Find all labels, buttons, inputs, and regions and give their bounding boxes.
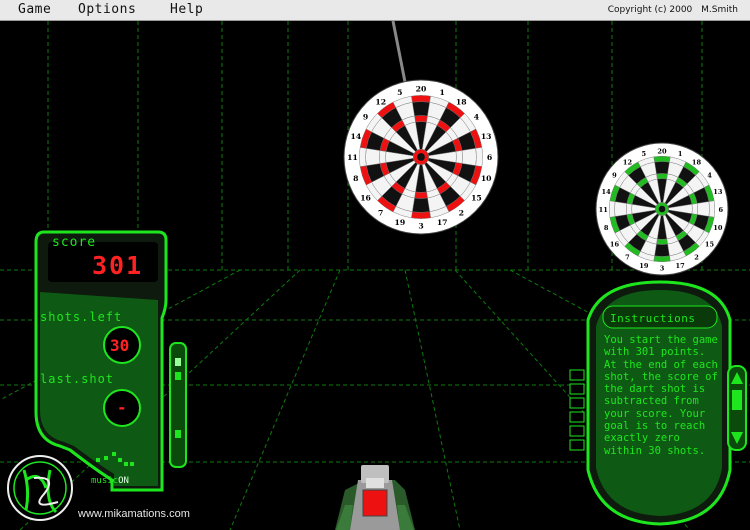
dartboard-green[interactable]: 20 1 18 4 13 6 10 15 2 17 3 19 7 16 8 11 14 9 12 5: [595, 142, 729, 276]
board-number: 8: [604, 224, 609, 232]
board-number: 18: [692, 158, 702, 166]
instructions-title: Instructions: [610, 312, 696, 325]
board-number: 13: [713, 188, 723, 196]
board-number: 9: [363, 113, 368, 122]
board-number: 9: [612, 171, 617, 179]
board-number: 12: [623, 158, 632, 166]
board-number: 19: [394, 218, 405, 227]
last-shot-value: -: [117, 398, 127, 417]
board-number: 4: [707, 171, 712, 179]
board-number: 6: [487, 153, 492, 162]
board-number: 8: [353, 174, 358, 183]
board-number: 20: [657, 147, 667, 155]
instructions-text: You start the game with 301 points. At t…: [604, 334, 718, 457]
copyright-label: Copyright (c) 2000: [607, 5, 693, 15]
board-number: 7: [625, 254, 630, 262]
board-number: 17: [437, 218, 448, 227]
board-number: 12: [375, 98, 386, 107]
board-number: 3: [418, 222, 423, 231]
menu-options[interactable]: Options: [78, 2, 136, 17]
board-number: 16: [610, 241, 620, 249]
board-number: 15: [705, 241, 715, 249]
board-number: 14: [350, 132, 361, 141]
board-number: 1: [678, 150, 683, 158]
board-number: 10: [481, 174, 492, 183]
copyright-text: Copyright (c) 2000 M.Smith: [602, 5, 738, 15]
music-toggle[interactable]: musicON: [91, 476, 129, 486]
menu-help[interactable]: Help: [170, 2, 203, 17]
board-number: 5: [397, 88, 402, 97]
board-number: 2: [459, 208, 464, 217]
board-number: 15: [471, 193, 482, 202]
board-number: 3: [660, 265, 665, 273]
board-number: 14: [602, 188, 612, 196]
board-number: 20: [416, 84, 427, 93]
board-number: 11: [599, 206, 608, 214]
menu-game[interactable]: Game: [18, 2, 51, 17]
board-number: 10: [713, 224, 723, 232]
board-number: 1: [439, 88, 444, 97]
author-label: M.Smith: [701, 5, 738, 15]
board-string: [391, 21, 407, 83]
dart-gun: [335, 465, 415, 530]
board-number: 2: [694, 254, 699, 262]
board-number: 17: [676, 262, 686, 270]
music-label: music: [91, 476, 119, 486]
ms-logo: [7, 455, 73, 521]
music-state: ON: [118, 476, 129, 486]
score-value: 301: [92, 251, 144, 280]
board-number: 7: [378, 208, 383, 217]
dartboard-red[interactable]: 20 1 18 4 13 6 10 15 2 17 3 19 7 16 8 11 14 9 12 5: [343, 79, 499, 235]
board-number: 5: [642, 150, 647, 158]
website-link[interactable]: www.mikamations.com: [78, 508, 190, 520]
shots-left-value: 30: [110, 336, 130, 355]
board-number: 11: [347, 153, 358, 162]
board-number: 19: [639, 262, 649, 270]
board-number: 4: [474, 113, 480, 122]
board-number: 6: [718, 206, 723, 214]
board-number: 13: [481, 132, 492, 141]
menu-bar: Game Options Help Copyright (c) 2000 M.S…: [0, 0, 750, 21]
shots-left-label: shots.left: [40, 310, 123, 324]
board-number: 18: [456, 98, 467, 107]
last-shot-label: last.shot: [40, 372, 115, 386]
scroll-thumb[interactable]: [732, 390, 742, 410]
score-label: score: [52, 235, 97, 250]
board-number: 16: [360, 193, 371, 202]
